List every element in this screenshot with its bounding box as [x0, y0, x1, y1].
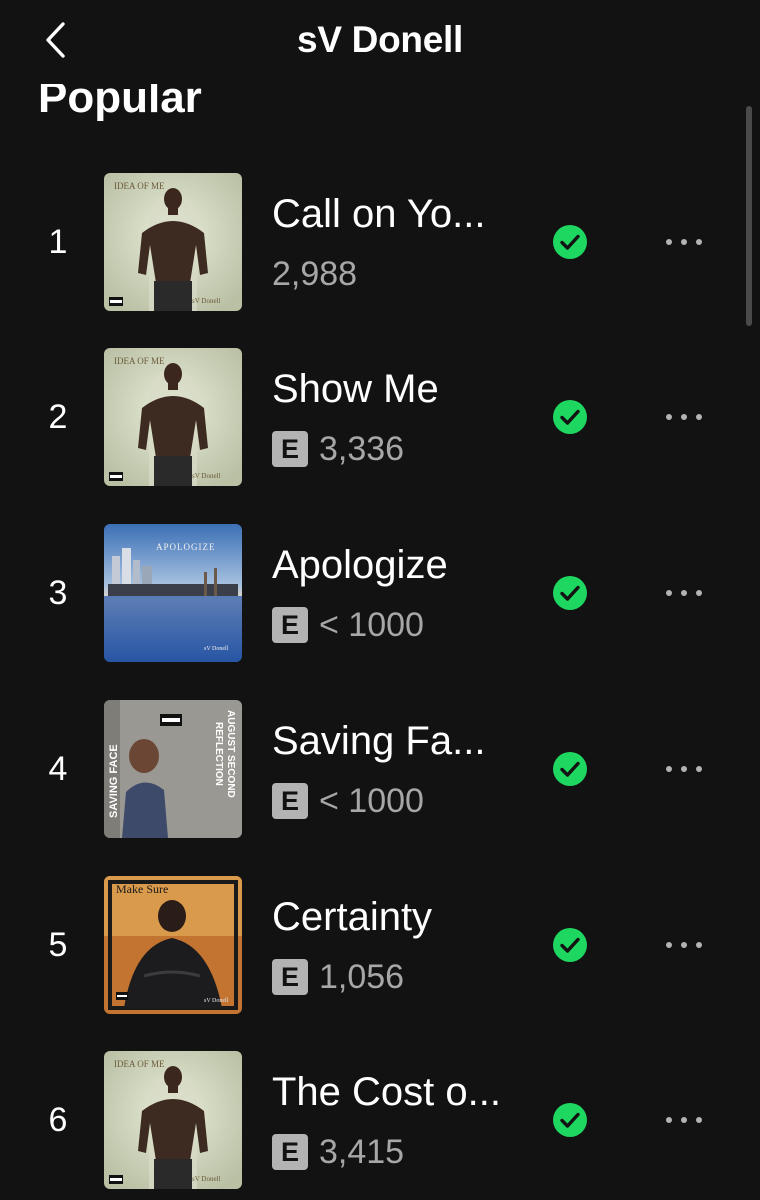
saved-check-icon[interactable] — [552, 927, 588, 963]
track-rank: 2 — [48, 398, 68, 436]
more-dot-icon — [696, 239, 702, 245]
more-options-button[interactable] — [652, 1098, 716, 1142]
play-count: 2,988 — [272, 255, 358, 293]
track-meta: E < 1000 — [272, 605, 424, 645]
track-meta: 2,988 — [272, 254, 357, 294]
explicit-badge: E — [272, 783, 308, 819]
play-count: 3,415 — [319, 1133, 405, 1171]
cover-text: sV Donell — [192, 472, 221, 480]
more-dot-icon — [666, 942, 672, 948]
cover-text: sV Donell — [204, 998, 229, 1004]
track-title: Saving Fa... — [272, 719, 486, 763]
more-options-button[interactable] — [652, 220, 716, 264]
play-count: < 1000 — [319, 782, 424, 820]
track-meta: E 3,415 — [272, 1132, 404, 1172]
track-row[interactable]: 5 Make Sure sV Donell Certainty E 1,056 — [0, 875, 760, 1015]
album-cover-idea-of-me: IDEA OF ME sV Donell — [104, 1051, 242, 1189]
track-title: Show Me — [272, 367, 439, 411]
more-dot-icon — [666, 766, 672, 772]
track-title: The Cost o... — [272, 1070, 501, 1114]
cover-text: IDEA OF ME — [114, 181, 165, 191]
cover-text: REFLECTION — [213, 722, 224, 786]
more-dot-icon — [696, 590, 702, 596]
more-dot-icon — [681, 1117, 687, 1123]
track-title: Call on Yo... — [272, 192, 486, 236]
track-title: Certainty — [272, 895, 433, 939]
track-rank: 4 — [48, 750, 68, 788]
cover-text: AUGUST SECOND — [225, 710, 236, 798]
more-dot-icon — [681, 942, 687, 948]
track-row[interactable]: 4 SAVING FACE AUGUST SECOND REFLECTION S… — [0, 699, 760, 839]
album-cover-make-sure: Make Sure sV Donell — [104, 876, 242, 1014]
track-rank: 1 — [48, 223, 68, 261]
play-count: 1,056 — [319, 958, 405, 996]
cover-text: sV Donell — [192, 1175, 221, 1183]
track-row[interactable]: 2 IDEA OF ME sV Donell Show Me E 3,336 — [0, 347, 760, 487]
saved-check-icon[interactable] — [552, 575, 588, 611]
saved-check-icon[interactable] — [552, 751, 588, 787]
album-cover-idea-of-me: IDEA OF ME sV Donell — [104, 173, 242, 311]
more-dot-icon — [666, 414, 672, 420]
more-dot-icon — [666, 239, 672, 245]
track-rank: 3 — [48, 574, 68, 612]
album-cover-apologize: APOLOGIZE sV Donell — [104, 524, 242, 662]
more-dot-icon — [666, 1117, 672, 1123]
cover-text: sV Donell — [204, 646, 229, 652]
track-rank: 6 — [48, 1101, 68, 1139]
track-meta: E 1,056 — [272, 957, 404, 997]
cover-text: sV Donell — [192, 297, 221, 305]
album-cover-idea-of-me: IDEA OF ME sV Donell — [104, 348, 242, 486]
more-options-button[interactable] — [652, 923, 716, 967]
play-count: < 1000 — [319, 606, 424, 644]
cover-text: IDEA OF ME — [114, 1059, 165, 1069]
more-dot-icon — [666, 590, 672, 596]
more-options-button[interactable] — [652, 395, 716, 439]
page-title: sV Donell — [297, 19, 463, 60]
explicit-badge: E — [272, 607, 308, 643]
explicit-badge: E — [272, 959, 308, 995]
section-title: Popular — [38, 84, 202, 122]
more-dot-icon — [681, 239, 687, 245]
saved-check-icon[interactable] — [552, 1102, 588, 1138]
track-rank: 5 — [48, 926, 68, 964]
more-options-button[interactable] — [652, 571, 716, 615]
track-title: Apologize — [272, 543, 448, 587]
more-dot-icon — [681, 414, 687, 420]
album-cover-saving-face: SAVING FACE AUGUST SECOND REFLECTION — [104, 700, 242, 838]
track-meta: E < 1000 — [272, 781, 424, 821]
artist-popular-screen: 1 IDEA OF ME sV Donell Call on Yo... 2,98… — [0, 0, 760, 1200]
more-dot-icon — [681, 766, 687, 772]
cover-text: SAVING FACE — [108, 744, 120, 818]
saved-check-icon[interactable] — [552, 224, 588, 260]
track-row[interactable]: 6 IDEA OF ME sV Donell The Cost o... E 3,4… — [0, 1050, 760, 1190]
more-dot-icon — [696, 414, 702, 420]
more-dot-icon — [681, 590, 687, 596]
track-row[interactable]: 3 APOLOGIZE sV Donell Apologize E < 1000 — [0, 523, 760, 663]
cover-text: IDEA OF ME — [114, 356, 165, 366]
track-row[interactable]: 1 IDEA OF ME sV Donell Call on Yo... 2,98… — [0, 172, 760, 312]
more-options-button[interactable] — [652, 747, 716, 791]
saved-check-icon[interactable] — [552, 399, 588, 435]
play-count: 3,336 — [319, 430, 405, 468]
explicit-badge: E — [272, 431, 308, 467]
scrollbar[interactable] — [746, 106, 752, 326]
more-dot-icon — [696, 1117, 702, 1123]
more-dot-icon — [696, 942, 702, 948]
explicit-badge: E — [272, 1134, 308, 1170]
cover-text: APOLOGIZE — [156, 542, 216, 552]
more-dot-icon — [696, 766, 702, 772]
top-bar: sV Donell — [0, 0, 760, 84]
cover-text: Make Sure — [116, 882, 168, 896]
track-meta: E 3,336 — [272, 429, 404, 469]
